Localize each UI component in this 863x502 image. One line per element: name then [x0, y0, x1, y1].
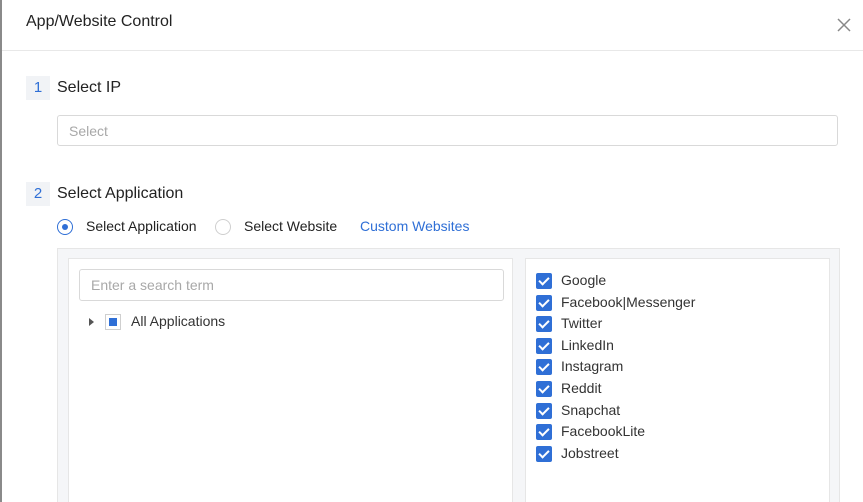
dialog-header: App/Website Control	[2, 0, 863, 51]
radio-select-application-label[interactable]: Select Application	[86, 218, 197, 234]
close-icon[interactable]	[833, 14, 855, 36]
step-1-title: Select IP	[57, 79, 122, 96]
application-checkbox[interactable]	[536, 294, 552, 311]
application-checkbox[interactable]	[536, 424, 552, 441]
application-label[interactable]: Google	[561, 272, 606, 288]
all-applications-checkbox[interactable]	[105, 314, 121, 330]
application-label[interactable]: LinkedIn	[561, 337, 614, 353]
all-applications-label[interactable]: All Applications	[131, 313, 225, 329]
application-tree-pane: All Applications	[68, 258, 513, 502]
application-label[interactable]: FacebookLite	[561, 423, 645, 439]
application-checkbox[interactable]	[536, 337, 552, 354]
app-website-control-dialog: App/Website Control 1 Select IP Select 2…	[0, 0, 863, 502]
application-label[interactable]: Instagram	[561, 358, 623, 374]
application-checkbox[interactable]	[536, 445, 552, 462]
ip-select-placeholder: Select	[69, 123, 108, 139]
application-label[interactable]: Jobstreet	[561, 445, 619, 461]
radio-select-application[interactable]	[57, 219, 73, 235]
application-label[interactable]: Twitter	[561, 315, 602, 331]
window-edge	[0, 0, 2, 502]
application-checkbox[interactable]	[536, 380, 552, 397]
radio-select-website-label[interactable]: Select Website	[244, 218, 337, 234]
step-2-title: Select Application	[57, 185, 184, 202]
application-checkbox[interactable]	[536, 316, 552, 333]
search-input[interactable]	[79, 269, 504, 301]
step-1-badge: 1	[26, 76, 50, 100]
application-label[interactable]: Snapchat	[561, 402, 620, 418]
application-checkbox[interactable]	[536, 359, 552, 376]
selected-applications-pane: Google Facebook|Messenger Twitter LinkedIn I…	[525, 258, 830, 502]
application-label[interactable]: Facebook|Messenger	[561, 294, 695, 310]
radio-select-website[interactable]	[215, 219, 231, 235]
ip-select[interactable]: Select	[57, 115, 838, 146]
application-checkbox[interactable]	[536, 273, 552, 289]
custom-websites-link[interactable]: Custom Websites	[360, 218, 469, 234]
application-checkbox[interactable]	[536, 402, 552, 419]
expand-arrow-icon[interactable]	[89, 318, 94, 326]
step-2-badge: 2	[26, 182, 50, 206]
dialog-title: App/Website Control	[26, 13, 173, 30]
application-label[interactable]: Reddit	[561, 380, 601, 396]
